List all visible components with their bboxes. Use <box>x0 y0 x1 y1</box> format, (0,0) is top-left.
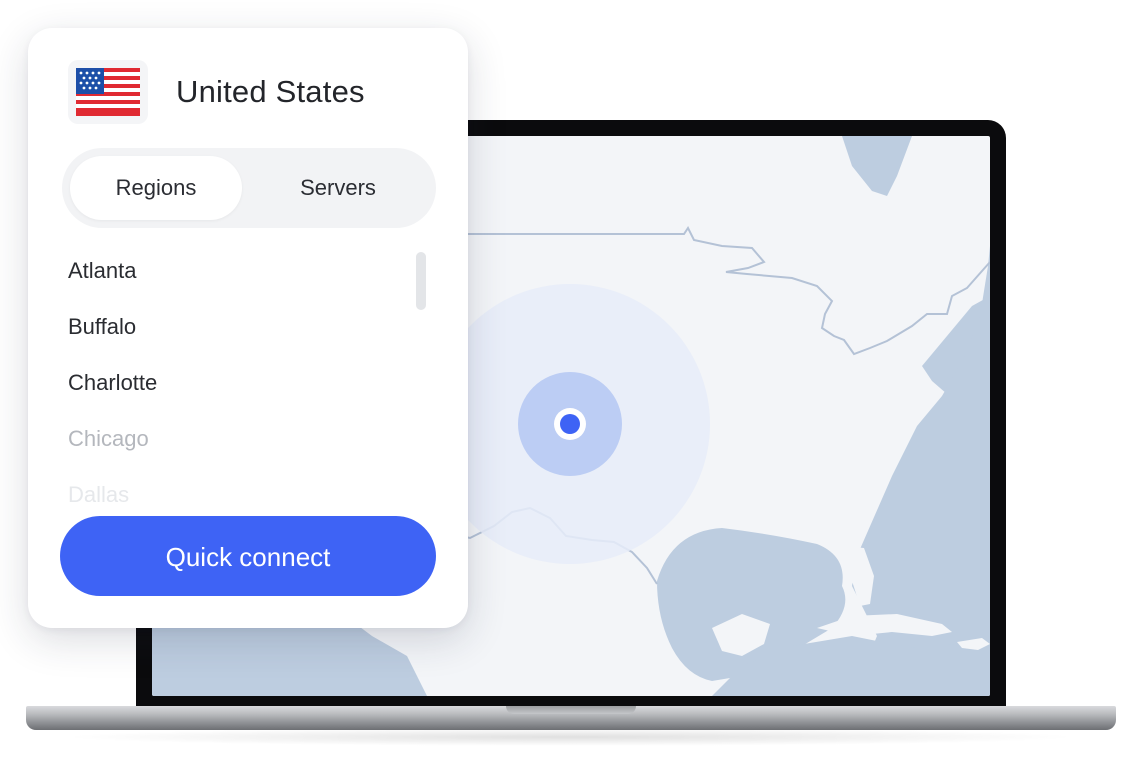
laptop-notch <box>506 706 636 714</box>
us-flag-icon <box>76 68 140 116</box>
tab-servers[interactable]: Servers <box>252 156 424 220</box>
tab-switcher: Regions Servers <box>62 148 436 228</box>
laptop-shadow <box>60 728 1080 746</box>
tab-regions[interactable]: Regions <box>70 156 242 220</box>
list-item-buffalo[interactable]: Buffalo <box>68 314 136 340</box>
list-item-chicago[interactable]: Chicago <box>68 426 149 452</box>
list-scrollbar[interactable] <box>416 252 426 310</box>
country-title: United States <box>176 74 365 109</box>
country-panel: United States Regions Servers Atlanta Bu… <box>28 28 468 628</box>
location-pin-icon[interactable] <box>554 408 586 440</box>
region-list: Atlanta Buffalo Charlotte Chicago Dallas <box>68 254 408 514</box>
list-item-atlanta[interactable]: Atlanta <box>68 258 137 284</box>
quick-connect-button[interactable]: Quick connect <box>60 516 436 596</box>
list-item-charlotte[interactable]: Charlotte <box>68 370 157 396</box>
laptop-base <box>26 706 1116 730</box>
list-item-dallas[interactable]: Dallas <box>68 482 129 508</box>
flag-container <box>68 60 148 124</box>
